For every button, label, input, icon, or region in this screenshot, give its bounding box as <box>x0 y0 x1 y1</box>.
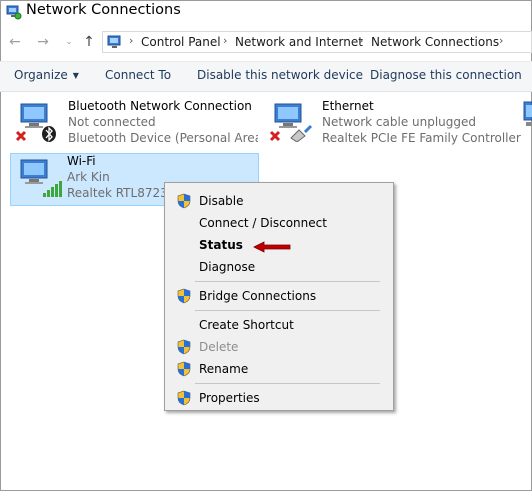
menu-item-label: Diagnose <box>199 260 256 274</box>
breadcrumb-separator-icon[interactable]: › <box>359 34 363 47</box>
bluetooth-adapter-icon <box>15 103 56 142</box>
breadcrumb-network-and-internet[interactable]: Network and Internet <box>235 35 363 49</box>
connection-status: Network cable unplugged <box>322 115 477 129</box>
menu-item-delete[interactable]: Delete <box>167 336 391 358</box>
menu-item-label: Delete <box>199 340 239 354</box>
connection-status: Ark Kin <box>67 170 110 184</box>
menu-item-label: Connect / Disconnect <box>199 216 327 230</box>
uac-shield-icon <box>177 193 191 209</box>
menu-item-label: Create Shortcut <box>199 318 294 332</box>
diagnose-connection-button[interactable]: Diagnose this connection <box>370 68 522 82</box>
navigation-bar: ← → ⌄ ↑ › Control Panel › Network and In… <box>0 30 532 56</box>
disable-device-button[interactable]: Disable this network device <box>197 68 363 82</box>
menu-item-properties[interactable]: Properties <box>167 387 391 409</box>
uac-shield-icon <box>177 361 191 377</box>
menu-item-label: Disable <box>199 194 244 208</box>
control-panel-icon <box>107 35 121 48</box>
window-title: Network Connections <box>26 2 181 18</box>
connection-item-bluetooth[interactable]: Bluetooth Network Connection Not connect… <box>8 99 258 145</box>
connect-to-button[interactable]: Connect To <box>105 68 171 82</box>
uac-shield-icon <box>177 390 191 406</box>
context-menu: Disable Connect / Disconnect Status Diag… <box>164 182 394 411</box>
connection-item-ethernet[interactable]: Ethernet Network cable unplugged Realtek… <box>262 99 521 145</box>
connection-device: Realtek RTL8723BE <box>67 186 167 200</box>
organize-label: Organize <box>14 68 68 82</box>
breadcrumb-control-panel[interactable]: Control Panel <box>141 35 221 49</box>
menu-item-label: Rename <box>199 362 249 376</box>
organize-button[interactable]: Organize ▼ <box>14 68 79 82</box>
recent-locations-chevron-icon[interactable]: ⌄ <box>60 33 78 51</box>
caret-down-icon: ▼ <box>72 71 79 80</box>
annotation-arrow-icon <box>253 241 291 253</box>
menu-item-bridge-connections[interactable]: Bridge Connections <box>167 285 391 307</box>
connection-name: Wi-Fi <box>67 154 96 168</box>
menu-item-disable[interactable]: Disable <box>167 190 391 212</box>
menu-item-label: Properties <box>199 391 260 405</box>
uac-shield-icon <box>177 288 191 304</box>
menu-separator <box>195 383 380 384</box>
network-connections-icon <box>6 5 22 20</box>
wifi-adapter-icon <box>20 159 62 197</box>
command-bar: Organize ▼ Connect To Disable this networ… <box>0 61 532 92</box>
connection-name: Ethernet <box>322 99 374 113</box>
menu-item-diagnose[interactable]: Diagnose <box>167 256 391 278</box>
network-adapter-icon <box>523 101 532 126</box>
ethernet-adapter-icon <box>269 103 313 142</box>
up-arrow-icon[interactable]: ↑ <box>80 33 98 51</box>
address-bar[interactable]: › Control Panel › Network and Internet ›… <box>102 31 532 53</box>
connection-device: Bluetooth Device (Personal Area ... <box>68 131 258 145</box>
forward-arrow-icon[interactable]: → <box>34 33 52 51</box>
menu-separator <box>195 310 380 311</box>
connection-device: Realtek PCIe FE Family Controller <box>322 131 521 145</box>
menu-item-label: Status <box>199 238 243 252</box>
menu-item-rename[interactable]: Rename <box>167 358 391 380</box>
breadcrumb-separator-icon[interactable]: › <box>223 34 227 47</box>
menu-item-create-shortcut[interactable]: Create Shortcut <box>167 314 391 336</box>
connection-name: Bluetooth Network Connection <box>68 99 252 113</box>
breadcrumb-separator-icon[interactable]: › <box>499 34 503 47</box>
breadcrumb-separator-icon[interactable]: › <box>129 34 133 47</box>
connection-status: Not connected <box>68 115 156 129</box>
uac-shield-icon <box>177 339 191 355</box>
back-arrow-icon[interactable]: ← <box>6 33 24 51</box>
menu-item-label: Bridge Connections <box>199 289 317 303</box>
menu-separator <box>195 281 380 282</box>
title-bar: Network Connections <box>0 0 532 26</box>
menu-item-connect-disconnect[interactable]: Connect / Disconnect <box>167 212 391 234</box>
breadcrumb-network-connections[interactable]: Network Connections <box>371 35 499 49</box>
